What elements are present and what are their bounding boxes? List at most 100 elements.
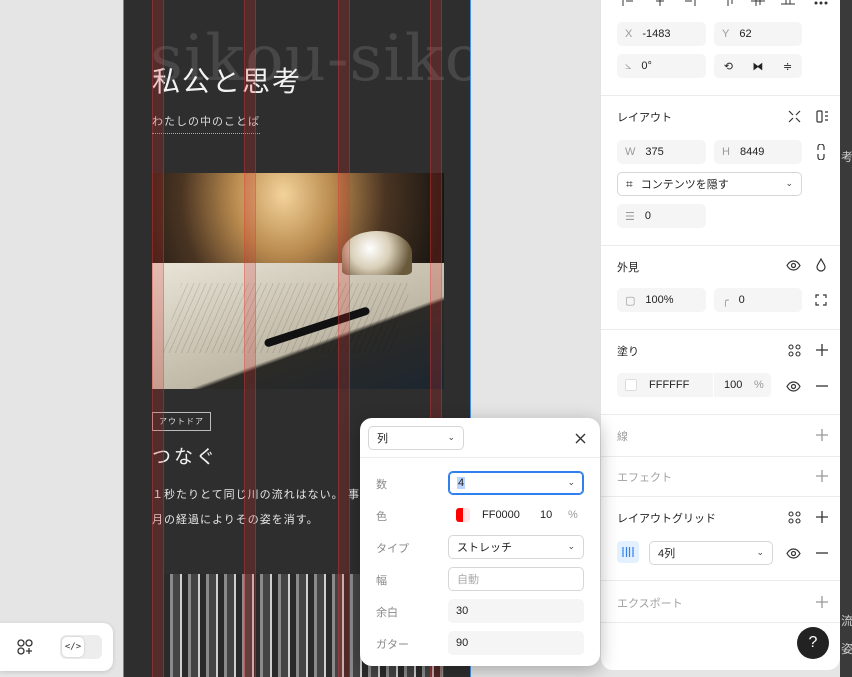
rotation-icon: ⦣ xyxy=(625,59,632,72)
grid-settings-popup: 列 ⌄ 数 4 ⌄ 色 FF0000 10 % タイプ ストレッチ ⌄ 幅 自動… xyxy=(360,418,600,666)
fill-hex: FFFFFF xyxy=(649,379,690,391)
type-select[interactable]: ストレッチ ⌄ xyxy=(448,535,584,559)
count-input[interactable]: 4 ⌄ xyxy=(448,471,584,495)
align-right-icon[interactable] xyxy=(681,0,699,12)
grid-styles-icon[interactable] xyxy=(785,508,803,526)
grid-color-percent: % xyxy=(568,509,578,521)
y-field[interactable]: Y 62 xyxy=(714,22,802,46)
page-title: 私公と思考 xyxy=(152,65,303,98)
fill-color-field[interactable]: FFFFFF 100 % xyxy=(617,373,771,397)
grid-columns-icon[interactable] xyxy=(617,541,639,563)
stroke-title: 線 xyxy=(617,431,628,443)
corner-radius-value: 0 xyxy=(738,294,745,306)
styles-grid-icon[interactable] xyxy=(785,341,803,359)
add-stroke-icon[interactable] xyxy=(813,426,831,444)
grid-visibility-eye-icon[interactable] xyxy=(784,544,802,562)
gutter-label: ガター xyxy=(376,639,409,651)
h-label: H xyxy=(722,146,730,158)
y-value: 62 xyxy=(739,28,752,40)
align-middle-icon[interactable] xyxy=(749,0,767,12)
height-field[interactable]: H 8449 xyxy=(714,140,802,164)
w-label: W xyxy=(625,146,636,158)
chevron-down-icon: ⌄ xyxy=(447,432,455,442)
rotation-field[interactable]: ⦣ 0° xyxy=(617,54,706,78)
align-bottom-icon[interactable] xyxy=(779,0,797,12)
transform-buttons: ⟲ ⧓ ≑ xyxy=(714,54,802,78)
popup-header: 列 ⌄ xyxy=(360,418,600,458)
remove-grid-icon[interactable] xyxy=(813,544,831,562)
grid-column xyxy=(244,0,256,677)
x-field[interactable]: X -1483 xyxy=(617,22,706,46)
stroke-section: 線 xyxy=(601,414,840,456)
close-icon[interactable] xyxy=(571,429,589,447)
flip-vertical-icon[interactable]: ≑ xyxy=(783,60,792,73)
opacity-icon: ▢ xyxy=(625,294,636,307)
grid-color-hex: FF0000 xyxy=(482,509,520,521)
chevron-down-icon: ⌄ xyxy=(756,547,764,557)
fill-divider xyxy=(713,373,714,397)
corner-radius-icon: ╭ xyxy=(722,294,729,307)
independent-corners-icon[interactable] xyxy=(812,291,830,309)
fit-content-icon[interactable] xyxy=(785,107,803,125)
canvas-peek: 考 流 姿 xyxy=(840,0,852,677)
grid-column xyxy=(152,0,164,677)
add-export-icon[interactable] xyxy=(813,593,831,611)
grid-kind-select[interactable]: 列 ⌄ xyxy=(368,426,464,450)
add-grid-icon[interactable] xyxy=(813,508,831,526)
fill-swatch[interactable] xyxy=(625,379,637,391)
align-left-icon[interactable] xyxy=(619,0,637,12)
fill-percent: % xyxy=(754,379,764,391)
eye-icon[interactable] xyxy=(784,256,802,274)
x-value: -1483 xyxy=(642,28,671,40)
appearance-title: 外見 xyxy=(617,262,639,274)
gap-value: 0 xyxy=(644,210,651,222)
align-top-icon[interactable] xyxy=(721,0,739,12)
layout-grid-title: レイアウトグリッド xyxy=(617,513,716,525)
chevron-down-icon: ⌄ xyxy=(567,541,575,551)
width-label: 幅 xyxy=(376,575,387,587)
width-field[interactable]: W 375 xyxy=(617,140,706,164)
remove-fill-icon[interactable] xyxy=(813,377,831,395)
y-label: Y xyxy=(722,28,730,40)
fill-visibility-eye-icon[interactable] xyxy=(784,377,802,395)
grid-color-field[interactable]: FF0000 10 % xyxy=(448,503,584,527)
chevron-down-icon: ⌄ xyxy=(785,178,793,188)
properties-panel: X -1483 Y 62 ⦣ 0° ⟲ ⧓ ≑ レイアウト W 375 H 84… xyxy=(600,0,840,670)
shapes-plus-icon[interactable] xyxy=(13,635,37,659)
type-value: ストレッチ xyxy=(457,542,512,554)
add-effect-icon[interactable] xyxy=(813,467,831,485)
margin-input[interactable]: 30 xyxy=(448,599,584,623)
code-toggle[interactable]: </> xyxy=(60,635,102,659)
grid-color-opacity: 10 xyxy=(540,509,553,521)
flip-horizontal-icon[interactable]: ⧓ xyxy=(752,60,763,73)
export-title: エクスポート xyxy=(617,598,683,610)
gap-icon: ☰ xyxy=(625,210,635,223)
grid-color-swatch[interactable] xyxy=(456,508,470,522)
column-width-input[interactable]: 自動 xyxy=(448,567,584,591)
grid-type-select[interactable]: 4列 ⌄ xyxy=(649,541,773,565)
auto-layout-icon[interactable] xyxy=(813,107,831,125)
fill-title: 塗り xyxy=(617,346,639,358)
add-fill-icon[interactable] xyxy=(813,341,831,359)
gutter-input[interactable]: 90 xyxy=(448,631,584,655)
margin-label: 余白 xyxy=(376,607,398,619)
chevron-down-icon: ⌄ xyxy=(567,477,575,487)
grid-kind-value: 列 xyxy=(377,433,388,445)
x-label: X xyxy=(625,28,633,40)
peek-char: 流 xyxy=(841,614,852,628)
more-icon[interactable] xyxy=(812,0,830,12)
clip-content-select[interactable]: ⌗ コンテンツを隠す ⌄ xyxy=(617,172,802,196)
rotate-90-icon[interactable]: ⟲ xyxy=(724,60,733,73)
fill-section: 塗り FFFFFF 100 % xyxy=(601,329,840,414)
gap-field[interactable]: ☰ 0 xyxy=(617,204,706,228)
layout-section: レイアウト W 375 H 8449 ⌗ コンテンツを隠す ⌄ ☰ 0 xyxy=(601,95,840,245)
count-value: 4 xyxy=(457,477,466,489)
rotation-value: 0° xyxy=(641,60,652,72)
help-button[interactable]: ? xyxy=(797,627,829,659)
blend-drop-icon[interactable] xyxy=(812,256,830,274)
constrain-proportions-icon[interactable] xyxy=(812,143,830,161)
effects-section: エフェクト xyxy=(601,456,840,496)
corner-radius-field[interactable]: ╭ 0 xyxy=(714,288,802,312)
opacity-field[interactable]: ▢ 100% xyxy=(617,288,706,312)
align-center-icon[interactable] xyxy=(651,0,669,12)
